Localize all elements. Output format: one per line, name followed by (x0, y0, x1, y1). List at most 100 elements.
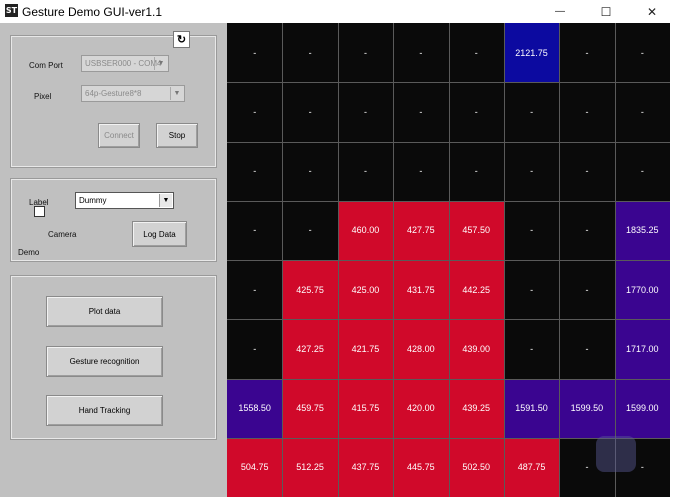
distance-heatmap: - - - - -2121.75- - - - - - - - - - - - - - - - - - - -460.00 42… (227, 23, 670, 497)
heatmap-cell: - (559, 200, 615, 260)
heatmap-cell: 1770.00 (614, 260, 670, 320)
heatmap-cell: 415.75 (337, 378, 394, 438)
connect-button[interactable]: Connect (98, 123, 140, 148)
heatmap-cell: - (282, 141, 338, 201)
heatmap-cell: - (282, 200, 338, 260)
heatmap-cell: 460.00 (337, 200, 394, 260)
heatmap-cell: - (337, 141, 394, 201)
heatmap-cell: - (227, 82, 283, 142)
heatmap-cell: 439.25 (448, 378, 504, 438)
plot-data-button[interactable]: Plot data (46, 296, 163, 327)
gesture-recognition-button[interactable]: Gesture recognition (46, 346, 163, 377)
heatmap-cell: - (614, 82, 670, 142)
heatmap-cell: - (503, 141, 560, 201)
heatmap-cell: - (503, 82, 560, 142)
heatmap-cell: 437.75 (337, 437, 394, 497)
grid-line (227, 378, 670, 380)
close-button[interactable]: ✕ (629, 0, 675, 23)
pixel-label: Pixel (34, 92, 52, 101)
camera-label: Camera (48, 230, 77, 239)
heatmap-cell: - (393, 23, 449, 83)
heatmap-cell: - (559, 23, 615, 83)
heatmap-cell: - (393, 82, 449, 142)
maximize-icon: ☐ (600, 4, 612, 19)
grid-line (227, 141, 670, 143)
heatmap-cell: 2121.75 (503, 23, 560, 83)
grid-line (227, 82, 670, 84)
heatmap-cell: - (282, 82, 338, 142)
label-select[interactable]: Dummy ▼ (75, 192, 174, 209)
watermark-icon (596, 436, 636, 472)
grid-line (227, 200, 670, 202)
heatmap-cell: - (448, 141, 504, 201)
heatmap-cell: 512.25 (282, 437, 338, 497)
log-data-button[interactable]: Log Data (132, 221, 187, 247)
heatmap-cell: 425.00 (337, 260, 394, 320)
app-logo-icon: ST (5, 4, 18, 17)
heatmap-cell: 487.75 (503, 437, 560, 497)
com-port-value: USBSER000 - COM4 (85, 59, 162, 68)
heatmap-cell: 504.75 (227, 437, 283, 497)
heatmap-cell: 1717.00 (614, 319, 670, 379)
pixel-value: 64p-Gesture8*8 (85, 89, 142, 98)
heatmap-cell: 427.75 (393, 200, 449, 260)
grid-line (227, 260, 670, 261)
heatmap-cell: - (448, 82, 504, 142)
heatmap-cell: 1599.50 (559, 378, 615, 438)
maximize-button[interactable]: ☐ (583, 0, 629, 23)
title-bar: ST Gesture Demo GUI-ver1.1 — ☐ ✕ (0, 0, 675, 23)
heatmap-cell: 459.75 (282, 378, 338, 438)
refresh-icon: ↻ (176, 34, 187, 46)
minimize-button[interactable]: — (537, 0, 583, 23)
heatmap-cell: - (393, 141, 449, 201)
heatmap-cell: 425.75 (282, 260, 338, 320)
camera-checkbox[interactable] (34, 206, 45, 217)
heatmap-cell: 502.50 (448, 437, 504, 497)
heatmap-cell: - (337, 23, 394, 83)
com-port-label: Com Port (29, 61, 63, 70)
heatmap-cell: - (559, 82, 615, 142)
heatmap-cell: - (227, 141, 283, 201)
hand-tracking-button[interactable]: Hand Tracking (46, 395, 163, 426)
chevron-down-icon: ▼ (154, 57, 167, 70)
heatmap-cell: - (448, 23, 504, 83)
heatmap-cell: 427.25 (282, 319, 338, 379)
heatmap-cell: 421.75 (337, 319, 394, 379)
heatmap-cell: 457.50 (448, 200, 504, 260)
heatmap-cell: - (337, 82, 394, 142)
heatmap-cell: 1558.50 (227, 378, 283, 438)
heatmap-cell: - (503, 260, 560, 320)
pixel-select[interactable]: 64p-Gesture8*8 ▼ (81, 85, 185, 102)
heatmap-cell: - (503, 200, 560, 260)
heatmap-cell: - (227, 319, 283, 379)
window-edge (670, 23, 675, 497)
close-icon: ✕ (646, 4, 658, 19)
heatmap-cell: - (282, 23, 338, 83)
chevron-down-icon: ▼ (170, 87, 183, 100)
heatmap-cell: - (227, 23, 283, 83)
heatmap-cell: - (559, 141, 615, 201)
chevron-down-icon: ▼ (159, 194, 172, 207)
label-value: Dummy (79, 196, 107, 205)
heatmap-cell: - (559, 260, 615, 320)
heatmap-cell: 1835.25 (614, 200, 670, 260)
heatmap-cell: - (227, 200, 283, 260)
heatmap-cell: 431.75 (393, 260, 449, 320)
heatmap-cell: 1591.50 (503, 378, 560, 438)
heatmap-cell: - (503, 319, 560, 379)
heatmap-cell: 420.00 (393, 378, 449, 438)
stop-button[interactable]: Stop (156, 123, 198, 148)
heatmap-cell: 439.00 (448, 319, 504, 379)
heatmap-cell: - (614, 23, 670, 83)
heatmap-cell: - (559, 319, 615, 379)
heatmap-cell: 428.00 (393, 319, 449, 379)
grid-line (227, 319, 670, 321)
demo-legend: Demo (16, 248, 42, 257)
heatmap-cell: 445.75 (393, 437, 449, 497)
refresh-ports-button[interactable]: ↻ (173, 31, 190, 48)
com-port-select[interactable]: USBSER000 - COM4 ▼ (81, 55, 169, 72)
heatmap-cell: 442.25 (448, 260, 504, 320)
minimize-icon: — (555, 6, 565, 17)
heatmap-cell: 1599.00 (614, 378, 670, 438)
heatmap-cell: - (614, 141, 670, 201)
